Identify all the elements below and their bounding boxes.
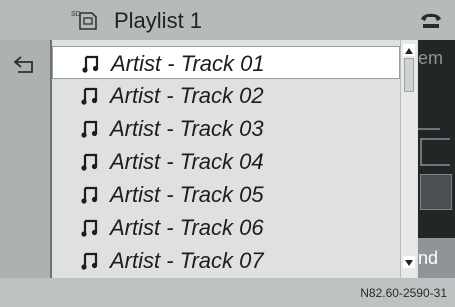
phone-icon[interactable] [418, 8, 444, 32]
background-menu-strip: em nd [418, 40, 455, 278]
music-note-icon [81, 252, 98, 270]
music-note-icon [82, 55, 99, 73]
track-item-03[interactable]: Artist - Track 03 [52, 112, 400, 145]
track-item-07[interactable]: Artist - Track 07 [52, 244, 400, 277]
track-label: Artist - Track 02 [110, 83, 264, 108]
background-end-label: nd [418, 248, 439, 268]
music-note-icon [81, 186, 98, 204]
header-bar: SD Playlist 1 [0, 0, 455, 40]
track-item-04[interactable]: Artist - Track 04 [52, 145, 400, 178]
scrollbar[interactable] [400, 40, 417, 278]
music-note-icon [81, 87, 98, 105]
track-item-05[interactable]: Artist - Track 05 [52, 178, 400, 211]
scroll-down-button[interactable] [403, 256, 415, 268]
screen: SD Playlist 1 em nd Artist - Track 01 Ar… [0, 0, 455, 278]
music-note-icon [81, 120, 98, 138]
track-list: Artist - Track 01 Artist - Track 02 Arti… [52, 46, 400, 277]
figure-code: N82.60-2590-31 [360, 286, 447, 300]
track-label: Artist - Track 06 [110, 215, 264, 240]
background-end-button: nd [418, 238, 455, 278]
background-menu-label: em [418, 48, 444, 68]
page-title: Playlist 1 [114, 8, 203, 33]
background-button [420, 174, 452, 210]
track-item-01[interactable]: Artist - Track 01 [52, 46, 400, 79]
back-icon[interactable] [12, 54, 36, 74]
scroll-up-button[interactable] [403, 44, 415, 56]
background-box [420, 138, 450, 166]
triangle-up-icon [405, 48, 413, 54]
track-label: Artist - Track 05 [110, 182, 264, 207]
track-label: Artist - Track 01 [111, 51, 265, 76]
music-note-icon [81, 219, 98, 237]
background-divider [418, 128, 440, 130]
track-item-06[interactable]: Artist - Track 06 [52, 211, 400, 244]
track-label: Artist - Track 07 [110, 248, 264, 273]
track-label: Artist - Track 04 [110, 149, 264, 174]
track-item-02[interactable]: Artist - Track 02 [52, 79, 400, 112]
sd-card-icon: SD [71, 11, 97, 30]
left-column [0, 40, 50, 278]
track-label: Artist - Track 03 [110, 116, 264, 141]
triangle-down-icon [405, 260, 413, 266]
music-note-icon [81, 153, 98, 171]
scroll-thumb[interactable] [404, 58, 414, 92]
playlist-panel: Artist - Track 01 Artist - Track 02 Arti… [50, 40, 418, 278]
